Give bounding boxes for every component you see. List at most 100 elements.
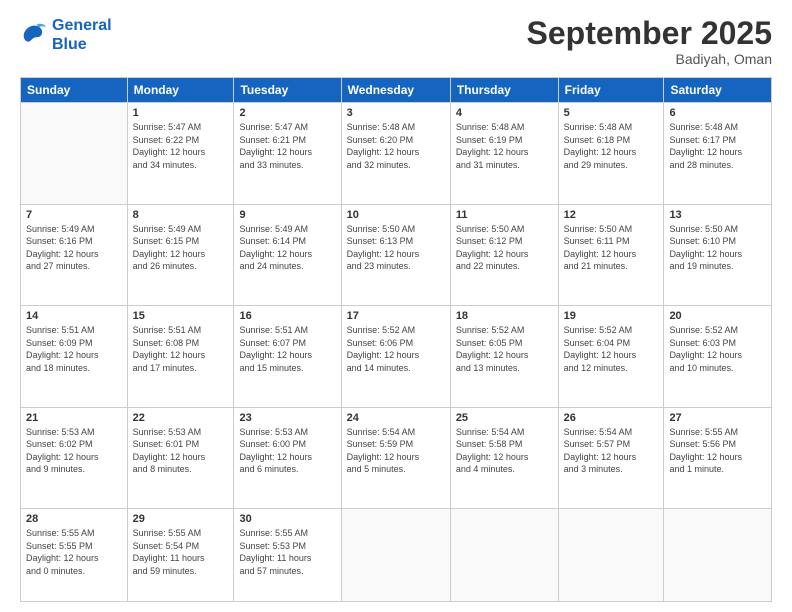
day-info: Sunrise: 5:52 AM Sunset: 6:04 PM Dayligh… bbox=[564, 324, 659, 374]
day-number: 10 bbox=[347, 209, 445, 221]
day-info: Sunrise: 5:48 AM Sunset: 6:20 PM Dayligh… bbox=[347, 121, 445, 171]
calendar-cell: 27Sunrise: 5:55 AM Sunset: 5:56 PM Dayli… bbox=[664, 407, 772, 508]
day-info: Sunrise: 5:48 AM Sunset: 6:17 PM Dayligh… bbox=[669, 121, 766, 171]
day-number: 12 bbox=[564, 209, 659, 221]
calendar-cell: 20Sunrise: 5:52 AM Sunset: 6:03 PM Dayli… bbox=[664, 306, 772, 407]
day-info: Sunrise: 5:53 AM Sunset: 6:02 PM Dayligh… bbox=[26, 426, 122, 476]
calendar-cell: 25 Sunrise: 5:54 AM Sunset: 5:58 PM Dayli… bbox=[450, 407, 558, 508]
calendar-cell: 22 Sunrise: 5:53 AM Sunset: 6:01 PM Dayli… bbox=[127, 407, 234, 508]
calendar-cell: 24 Sunrise: 5:54 AM Sunset: 5:59 PM Dayli… bbox=[341, 407, 450, 508]
page: General Blue September 2025 Badiyah, Oma… bbox=[0, 0, 792, 612]
calendar-cell: 7 Sunrise: 5:49 AM Sunset: 6:16 PM Daylig… bbox=[21, 204, 128, 305]
logo-icon bbox=[20, 21, 48, 49]
day-number: 26 bbox=[564, 412, 659, 424]
day-number: 25 bbox=[456, 412, 553, 424]
calendar-cell bbox=[664, 508, 772, 601]
day-number: 9 bbox=[239, 209, 335, 221]
day-info: Sunrise: 5:51 AM Sunset: 6:07 PM Dayligh… bbox=[239, 324, 335, 374]
day-info: Sunrise: 5:54 AM Sunset: 5:59 PM Dayligh… bbox=[347, 426, 445, 476]
col-wednesday: Wednesday bbox=[341, 78, 450, 103]
day-number: 7 bbox=[26, 209, 122, 221]
day-number: 3 bbox=[347, 107, 445, 119]
month-title: September 2025 bbox=[527, 16, 772, 51]
day-number: 13 bbox=[669, 209, 766, 221]
day-info: Sunrise: 5:53 AM Sunset: 6:01 PM Dayligh… bbox=[133, 426, 229, 476]
header: General Blue September 2025 Badiyah, Oma… bbox=[20, 16, 772, 67]
col-saturday: Saturday bbox=[664, 78, 772, 103]
day-number: 16 bbox=[239, 310, 335, 322]
location-subtitle: Badiyah, Oman bbox=[527, 51, 772, 67]
calendar-cell: 10 Sunrise: 5:50 AM Sunset: 6:13 PM Dayli… bbox=[341, 204, 450, 305]
day-number: 14 bbox=[26, 310, 122, 322]
day-info: Sunrise: 5:50 AM Sunset: 6:13 PM Dayligh… bbox=[347, 223, 445, 273]
day-number: 29 bbox=[133, 513, 229, 525]
calendar-cell: 28 Sunrise: 5:55 AM Sunset: 5:55 PM Dayli… bbox=[21, 508, 128, 601]
calendar-cell bbox=[450, 508, 558, 601]
day-info: Sunrise: 5:55 AM Sunset: 5:53 PM Dayligh… bbox=[239, 527, 335, 577]
day-number: 15 bbox=[133, 310, 229, 322]
day-info: Sunrise: 5:51 AM Sunset: 6:08 PM Dayligh… bbox=[133, 324, 229, 374]
day-info: Sunrise: 5:55 AM Sunset: 5:54 PM Dayligh… bbox=[133, 527, 229, 577]
calendar-cell: 11 Sunrise: 5:50 AM Sunset: 6:12 PM Dayli… bbox=[450, 204, 558, 305]
day-info: Sunrise: 5:52 AM Sunset: 6:06 PM Dayligh… bbox=[347, 324, 445, 374]
calendar-cell: 16 Sunrise: 5:51 AM Sunset: 6:07 PM Dayli… bbox=[234, 306, 341, 407]
day-info: Sunrise: 5:53 AM Sunset: 6:00 PM Dayligh… bbox=[239, 426, 335, 476]
calendar-cell: 5Sunrise: 5:48 AM Sunset: 6:18 PM Daylig… bbox=[558, 103, 664, 204]
col-thursday: Thursday bbox=[450, 78, 558, 103]
day-number: 19 bbox=[564, 310, 659, 322]
day-number: 5 bbox=[564, 107, 659, 119]
day-info: Sunrise: 5:49 AM Sunset: 6:14 PM Dayligh… bbox=[239, 223, 335, 273]
day-number: 11 bbox=[456, 209, 553, 221]
calendar-cell: 4Sunrise: 5:48 AM Sunset: 6:19 PM Daylig… bbox=[450, 103, 558, 204]
day-info: Sunrise: 5:47 AM Sunset: 6:22 PM Dayligh… bbox=[133, 121, 229, 171]
day-number: 17 bbox=[347, 310, 445, 322]
week-row-5: 28 Sunrise: 5:55 AM Sunset: 5:55 PM Dayli… bbox=[21, 508, 772, 601]
calendar-cell: 19 Sunrise: 5:52 AM Sunset: 6:04 PM Dayli… bbox=[558, 306, 664, 407]
title-block: September 2025 Badiyah, Oman bbox=[527, 16, 772, 67]
day-number: 22 bbox=[133, 412, 229, 424]
week-row-1: 1 Sunrise: 5:47 AM Sunset: 6:22 PM Daylig… bbox=[21, 103, 772, 204]
day-info: Sunrise: 5:54 AM Sunset: 5:58 PM Dayligh… bbox=[456, 426, 553, 476]
day-number: 2 bbox=[239, 107, 335, 119]
day-number: 24 bbox=[347, 412, 445, 424]
day-info: Sunrise: 5:49 AM Sunset: 6:16 PM Dayligh… bbox=[26, 223, 122, 273]
day-number: 21 bbox=[26, 412, 122, 424]
day-number: 1 bbox=[133, 107, 229, 119]
day-number: 28 bbox=[26, 513, 122, 525]
calendar-cell: 13 Sunrise: 5:50 AM Sunset: 6:10 PM Dayli… bbox=[664, 204, 772, 305]
col-tuesday: Tuesday bbox=[234, 78, 341, 103]
calendar-cell: 15 Sunrise: 5:51 AM Sunset: 6:08 PM Dayli… bbox=[127, 306, 234, 407]
day-number: 23 bbox=[239, 412, 335, 424]
calendar-cell: 26Sunrise: 5:54 AM Sunset: 5:57 PM Dayli… bbox=[558, 407, 664, 508]
calendar-cell: 29 Sunrise: 5:55 AM Sunset: 5:54 PM Dayli… bbox=[127, 508, 234, 601]
calendar-cell bbox=[341, 508, 450, 601]
calendar-cell: 18 Sunrise: 5:52 AM Sunset: 6:05 PM Dayli… bbox=[450, 306, 558, 407]
day-number: 6 bbox=[669, 107, 766, 119]
day-info: Sunrise: 5:47 AM Sunset: 6:21 PM Dayligh… bbox=[239, 121, 335, 171]
day-info: Sunrise: 5:48 AM Sunset: 6:19 PM Dayligh… bbox=[456, 121, 553, 171]
week-row-3: 14Sunrise: 5:51 AM Sunset: 6:09 PM Dayli… bbox=[21, 306, 772, 407]
col-sunday: Sunday bbox=[21, 78, 128, 103]
col-monday: Monday bbox=[127, 78, 234, 103]
day-info: Sunrise: 5:50 AM Sunset: 6:10 PM Dayligh… bbox=[669, 223, 766, 273]
calendar-cell: 2 Sunrise: 5:47 AM Sunset: 6:21 PM Daylig… bbox=[234, 103, 341, 204]
day-info: Sunrise: 5:50 AM Sunset: 6:12 PM Dayligh… bbox=[456, 223, 553, 273]
calendar-cell: 8Sunrise: 5:49 AM Sunset: 6:15 PM Daylig… bbox=[127, 204, 234, 305]
logo-line1: General bbox=[52, 17, 112, 34]
day-number: 18 bbox=[456, 310, 553, 322]
day-info: Sunrise: 5:52 AM Sunset: 6:05 PM Dayligh… bbox=[456, 324, 553, 374]
calendar-cell: 3 Sunrise: 5:48 AM Sunset: 6:20 PM Daylig… bbox=[341, 103, 450, 204]
day-info: Sunrise: 5:55 AM Sunset: 5:56 PM Dayligh… bbox=[669, 426, 766, 476]
day-number: 8 bbox=[133, 209, 229, 221]
calendar-cell bbox=[558, 508, 664, 601]
day-info: Sunrise: 5:55 AM Sunset: 5:55 PM Dayligh… bbox=[26, 527, 122, 577]
calendar-cell bbox=[21, 103, 128, 204]
day-number: 20 bbox=[669, 310, 766, 322]
calendar-header-row: Sunday Monday Tuesday Wednesday Thursday… bbox=[21, 78, 772, 103]
day-number: 30 bbox=[239, 513, 335, 525]
calendar-table: Sunday Monday Tuesday Wednesday Thursday… bbox=[20, 77, 772, 602]
week-row-2: 7 Sunrise: 5:49 AM Sunset: 6:16 PM Daylig… bbox=[21, 204, 772, 305]
calendar-cell: 9 Sunrise: 5:49 AM Sunset: 6:14 PM Daylig… bbox=[234, 204, 341, 305]
logo: General Blue bbox=[20, 16, 112, 54]
logo-text: General Blue bbox=[52, 16, 112, 54]
